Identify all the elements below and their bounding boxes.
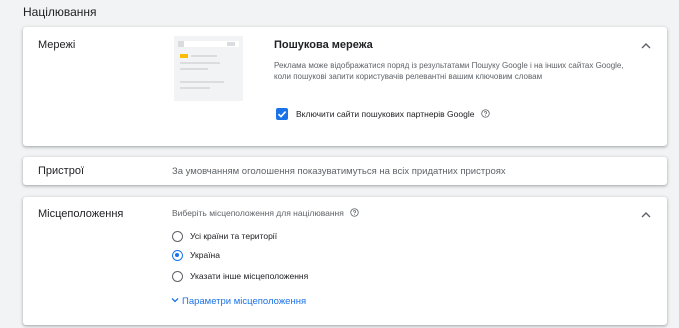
networks-label: Мережі — [38, 39, 76, 51]
devices-summary: За умовчанням оголошення показуватимутьс… — [172, 166, 506, 177]
radio-all-countries[interactable] — [172, 231, 183, 242]
search-results-illustration — [174, 36, 243, 101]
radio-label-other-location[interactable]: Указати інше місцеположення — [190, 271, 308, 282]
search-partners-label-text: Включити сайти пошукових партнерів Googl… — [296, 109, 475, 119]
search-partners-checkbox[interactable] — [276, 108, 288, 120]
location-options-link-label: Параметри місцеположення — [182, 296, 307, 307]
locations-prompt-text: Виберіть місцеположення для націлювання — [172, 208, 344, 218]
location-options-link[interactable]: Параметри місцеположення — [170, 295, 306, 308]
radio-other-location[interactable] — [172, 271, 183, 282]
devices-label: Пристрої — [38, 165, 84, 177]
chevron-down-icon — [170, 295, 180, 305]
radio-label-all-countries[interactable]: Усі країни та території — [190, 231, 277, 242]
help-circle-icon[interactable] — [350, 208, 359, 217]
networks-card: Мережі Пошукова мережа Реклама може відо… — [23, 27, 667, 146]
locations-prompt: Виберіть місцеположення для націлювання — [172, 208, 359, 219]
help-circle-icon[interactable] — [481, 109, 490, 118]
chevron-up-icon[interactable] — [639, 39, 653, 53]
section-title: Націлювання — [23, 5, 97, 19]
chevron-up-icon[interactable] — [639, 208, 653, 222]
network-description: Реклама може відображатися поряд із резу… — [274, 61, 624, 81]
locations-label: Місцеположення — [38, 208, 124, 220]
locations-card: Місцеположення Виберіть місцеположення д… — [23, 197, 667, 325]
search-partners-checkbox-label[interactable]: Включити сайти пошукових партнерів Googl… — [296, 108, 490, 120]
devices-card[interactable]: Пристрої За умовчанням оголошення показу… — [23, 157, 667, 185]
radio-label-ukraine[interactable]: Україна — [190, 250, 220, 261]
network-title: Пошукова мережа — [274, 39, 373, 51]
radio-ukraine[interactable] — [172, 250, 183, 261]
checkmark-icon — [277, 111, 287, 118]
